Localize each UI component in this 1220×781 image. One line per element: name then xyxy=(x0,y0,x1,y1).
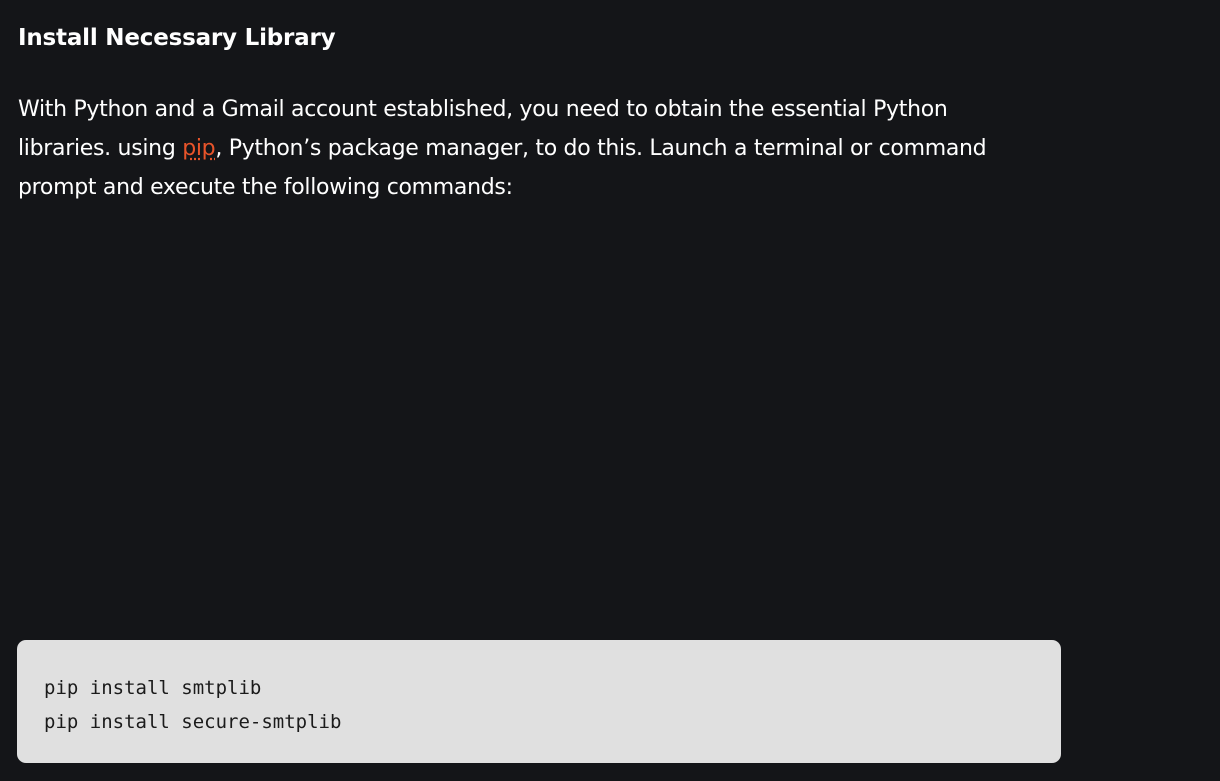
paragraph-text: , Python’s package manager, to do this. … xyxy=(215,136,987,161)
pip-link[interactable]: pip xyxy=(182,136,215,161)
paragraph-line-3: prompt and execute the following command… xyxy=(18,175,513,200)
paragraph-line-1: With Python and a Gmail account establis… xyxy=(18,97,948,122)
code-line: pip install secure-smtplib xyxy=(44,711,342,733)
intro-paragraph: With Python and a Gmail account establis… xyxy=(18,90,1018,207)
paragraph-text: libraries. using xyxy=(18,136,183,161)
code-line: pip install smtplib xyxy=(44,677,262,699)
code-block[interactable]: pip install smtplib pip install secure-s… xyxy=(17,640,1061,763)
section-heading: Install Necessary Library xyxy=(18,25,336,51)
paragraph-line-2: libraries. using pip, Python’s package m… xyxy=(18,129,1018,168)
